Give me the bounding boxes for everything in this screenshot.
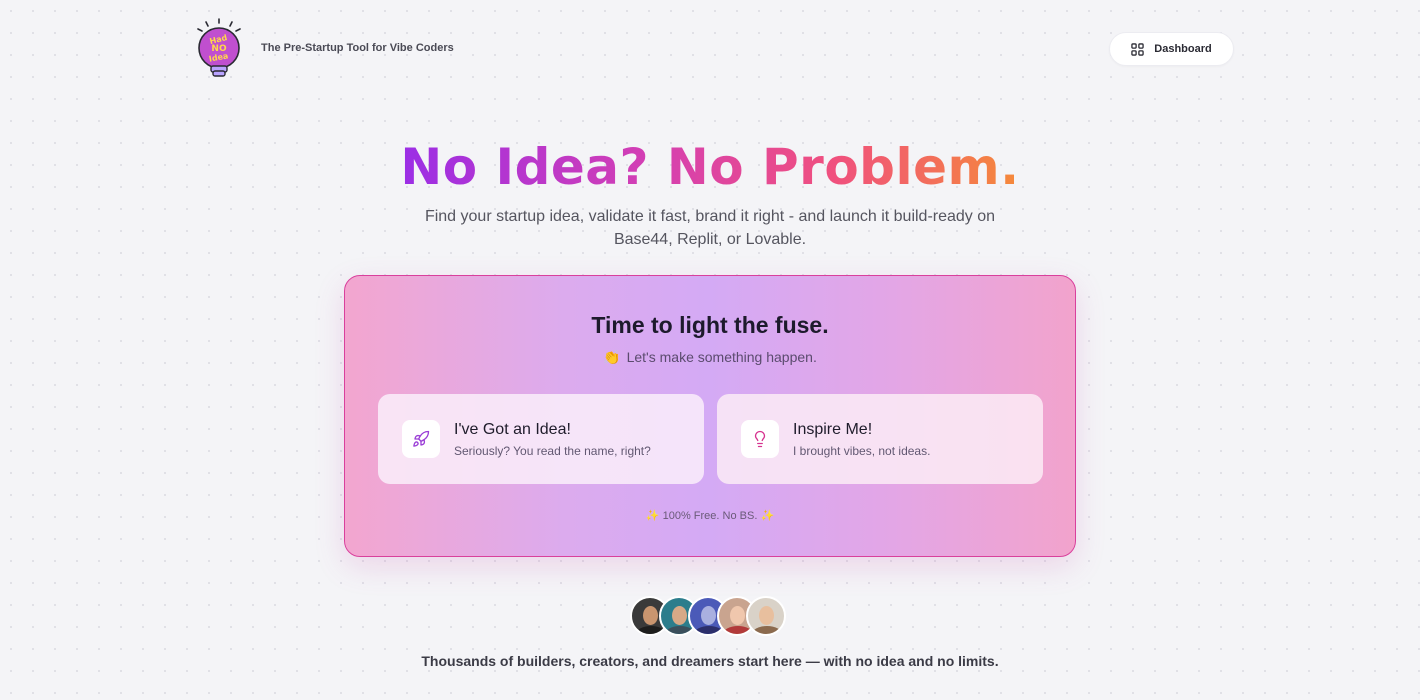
clapping-hands-icon: 👏 xyxy=(603,349,621,365)
lightbulb-logo-icon: Had NO Idea xyxy=(197,18,241,77)
card-footer-text: 100% Free. No BS. xyxy=(662,510,758,522)
lightbulb-icon xyxy=(741,420,779,458)
sparkles-icon: ✨ xyxy=(760,510,775,522)
inspire-me-title: Inspire Me! xyxy=(793,421,873,438)
social-proof-text: Thousands of builders, creators, and dre… xyxy=(421,653,999,669)
card-subtitle: 👏 Let's make something happen. xyxy=(345,349,1075,366)
rocket-icon xyxy=(402,420,440,458)
header: Had NO Idea The Pre-Startup Tool for Vib… xyxy=(0,0,1420,100)
grid-icon xyxy=(1131,42,1144,56)
hero-subtitle: Find your startup idea, validate it fast… xyxy=(424,208,996,248)
card-subtitle-text: Let's make something happen. xyxy=(626,349,817,365)
got-idea-option[interactable]: I've Got an Idea! Seriously? You read th… xyxy=(378,394,704,484)
start-card: Time to light the fuse. 👏 Let's make some… xyxy=(344,275,1076,557)
dashboard-label: Dashboard xyxy=(1154,43,1212,55)
inspire-me-option[interactable]: Inspire Me! I brought vibes, not ideas. xyxy=(717,394,1043,484)
logo[interactable]: Had NO Idea xyxy=(194,18,244,80)
hero-title-text: No Idea? No Problem. xyxy=(400,138,1020,196)
tagline: The Pre-Startup Tool for Vibe Coders xyxy=(261,42,454,54)
sparkles-icon: ✨ xyxy=(645,510,660,522)
avatar xyxy=(746,596,786,636)
got-idea-title: I've Got an Idea! xyxy=(454,421,571,438)
dashboard-button[interactable]: Dashboard xyxy=(1109,32,1234,66)
card-title: Time to light the fuse. xyxy=(591,312,829,338)
avatar-group xyxy=(630,596,792,638)
got-idea-description: Seriously? You read the name, right? xyxy=(454,444,651,458)
inspire-me-description: I brought vibes, not ideas. xyxy=(793,444,931,458)
card-footer: ✨ 100% Free. No BS. ✨ xyxy=(345,509,1075,522)
hero-title: No Idea? No Problem. xyxy=(0,138,1420,196)
